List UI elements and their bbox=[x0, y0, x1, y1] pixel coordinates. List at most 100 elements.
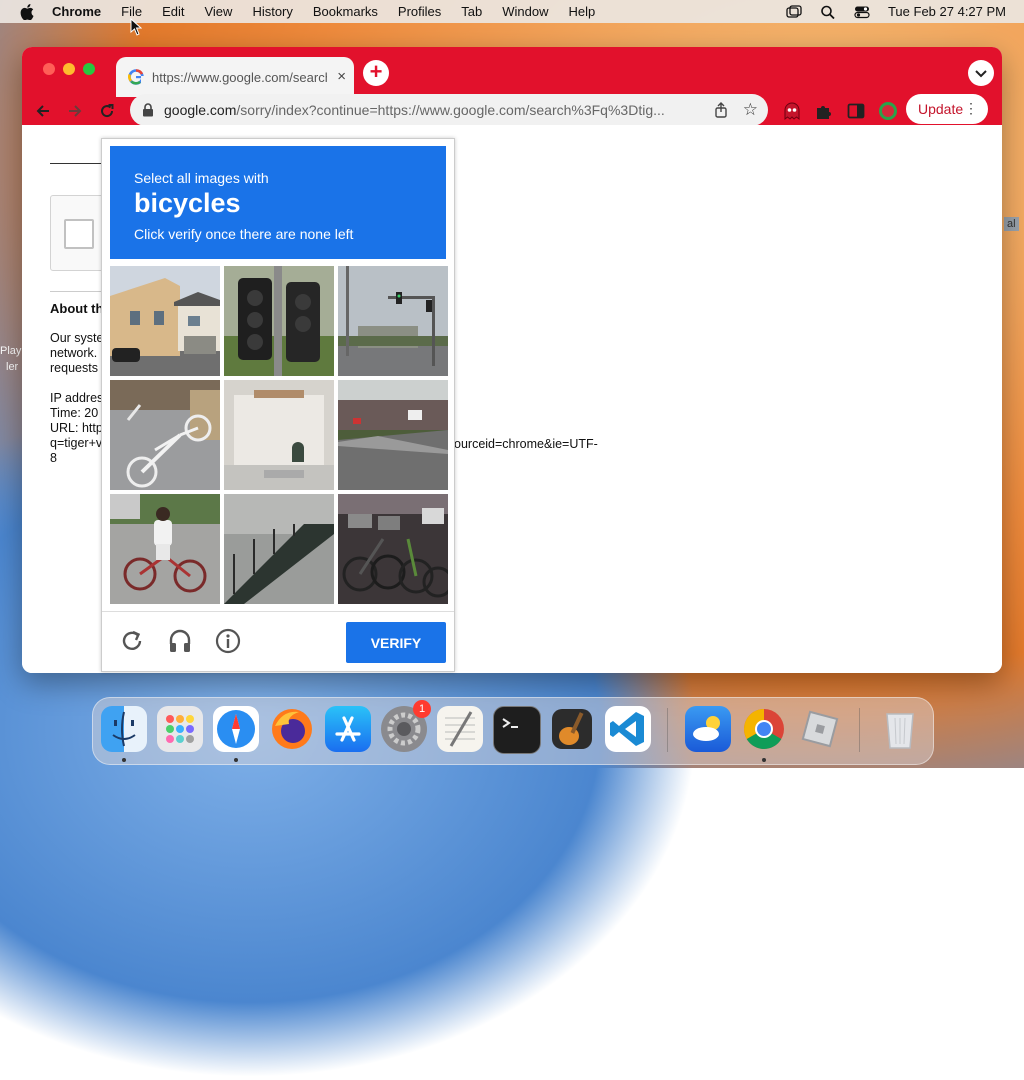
dock-finder-icon[interactable] bbox=[101, 706, 147, 752]
menu-help[interactable]: Help bbox=[569, 4, 596, 19]
recaptcha-challenge: Select all images with bicycles Click ve… bbox=[101, 138, 455, 672]
image-tile-parked-bicycles[interactable] bbox=[338, 494, 448, 604]
page-url-tail: ourceid=chrome&ie=UTF- bbox=[454, 437, 598, 451]
page-text-line: 8 bbox=[50, 451, 57, 465]
more-menu-icon[interactable]: ⋮ bbox=[964, 100, 978, 117]
image-tile-child-on-bicycle[interactable] bbox=[110, 494, 220, 604]
tab-search-button[interactable] bbox=[968, 60, 994, 86]
dock-textedit-icon[interactable] bbox=[437, 706, 483, 752]
intersection-image bbox=[338, 266, 448, 376]
share-icon[interactable] bbox=[714, 102, 728, 118]
arrow-right-icon bbox=[69, 105, 82, 117]
dock-weather-icon[interactable] bbox=[685, 706, 731, 752]
screen-mirroring-icon[interactable] bbox=[786, 4, 802, 19]
reload-button[interactable] bbox=[95, 97, 119, 125]
challenge-subtext: Click verify once there are none left bbox=[134, 226, 354, 242]
dock-launchpad-icon[interactable] bbox=[157, 706, 203, 752]
close-window-button[interactable] bbox=[43, 63, 55, 75]
page-text-line: URL: http bbox=[50, 421, 103, 435]
dock-app-store-icon[interactable] bbox=[325, 706, 371, 752]
menu-bar: Chrome File Edit View History Bookmarks … bbox=[0, 0, 1024, 23]
page-text-line: Time: 20 bbox=[50, 406, 99, 420]
desktop-label-3: al bbox=[1004, 217, 1019, 231]
lock-icon[interactable] bbox=[142, 103, 154, 117]
apple-icon[interactable] bbox=[20, 3, 34, 20]
audio-challenge-headphones-icon[interactable] bbox=[167, 628, 193, 654]
menubar-clock[interactable]: Tue Feb 27 4:27 PM bbox=[888, 4, 1006, 19]
image-tile-stair-railing[interactable] bbox=[224, 494, 334, 604]
verify-button[interactable]: VERIFY bbox=[346, 622, 446, 663]
page-text-line: requests bbox=[50, 361, 98, 375]
minimize-window-button[interactable] bbox=[63, 63, 75, 75]
menu-file[interactable]: File bbox=[121, 4, 142, 19]
challenge-target: bicycles bbox=[134, 188, 241, 218]
tab-google-search[interactable]: https://www.google.com/search?q × bbox=[116, 57, 354, 97]
spotlight-search-icon[interactable] bbox=[820, 5, 836, 19]
reload-challenge-icon[interactable] bbox=[119, 628, 145, 654]
dock-running-indicator bbox=[762, 758, 766, 762]
info-icon[interactable] bbox=[215, 628, 241, 654]
image-tile-bicycle-on-pavement[interactable] bbox=[110, 380, 220, 490]
dock-separator bbox=[667, 708, 668, 752]
dock-vscode-icon[interactable] bbox=[605, 706, 651, 752]
ghost-extension-icon[interactable] bbox=[782, 101, 802, 121]
dock-separator bbox=[859, 708, 860, 752]
recaptcha-checkbox[interactable] bbox=[64, 219, 94, 249]
bicycle-image bbox=[110, 380, 220, 490]
challenge-header: Select all images with bicycles Click ve… bbox=[110, 146, 446, 259]
railing-image bbox=[224, 494, 334, 604]
google-favicon-icon bbox=[128, 69, 144, 85]
image-tile-house-with-car[interactable] bbox=[110, 266, 220, 376]
back-button[interactable] bbox=[31, 97, 55, 125]
menu-edit[interactable]: Edit bbox=[162, 4, 184, 19]
menu-view[interactable]: View bbox=[204, 4, 232, 19]
child-bicycle-image bbox=[110, 494, 220, 604]
control-center-icon[interactable] bbox=[854, 5, 870, 19]
parked-bicycles-image bbox=[338, 494, 448, 604]
address-bar[interactable]: google.com/sorry/index?continue=https://… bbox=[130, 94, 768, 126]
zoom-window-button[interactable] bbox=[83, 63, 95, 75]
dock-safari-icon[interactable] bbox=[213, 706, 259, 752]
dock-chrome-icon[interactable] bbox=[741, 706, 787, 752]
tab-close-icon[interactable]: × bbox=[337, 68, 346, 85]
menu-window[interactable]: Window bbox=[502, 4, 548, 19]
menu-profiles[interactable]: Profiles bbox=[398, 4, 441, 19]
menu-chrome[interactable]: Chrome bbox=[52, 4, 101, 19]
new-tab-button[interactable]: + bbox=[363, 60, 389, 86]
forward-button[interactable] bbox=[63, 97, 87, 125]
dock-trash-icon[interactable] bbox=[877, 706, 923, 752]
dock-firefox-icon[interactable] bbox=[269, 706, 315, 752]
profile-avatar-icon[interactable] bbox=[878, 101, 898, 121]
challenge-image-grid bbox=[110, 266, 448, 604]
tab-strip: https://www.google.com/search?q × + bbox=[22, 47, 1002, 97]
image-tile-traffic-light-closeup[interactable] bbox=[224, 266, 334, 376]
image-tile-street-with-shops[interactable] bbox=[338, 380, 448, 490]
image-tile-traffic-lights-intersection[interactable] bbox=[338, 266, 448, 376]
house-image bbox=[110, 266, 220, 376]
tab-title: https://www.google.com/search?q bbox=[152, 69, 327, 85]
menu-history[interactable]: History bbox=[252, 4, 292, 19]
challenge-instruction: Select all images with bbox=[134, 170, 269, 186]
browser-toolbar: google.com/sorry/index?continue=https://… bbox=[22, 94, 1002, 126]
dock-terminal-icon[interactable] bbox=[493, 706, 541, 754]
page-text-line: Our syste bbox=[50, 331, 104, 345]
mouse-cursor-icon bbox=[130, 18, 142, 36]
page-text-line: network. bbox=[50, 346, 98, 360]
challenge-footer: VERIFY bbox=[102, 611, 454, 672]
url-host: google.com bbox=[164, 102, 237, 118]
bookmark-star-icon[interactable]: ☆ bbox=[743, 100, 758, 120]
dock-garageband-icon[interactable] bbox=[549, 706, 595, 752]
extensions-puzzle-icon[interactable] bbox=[814, 101, 834, 121]
desktop-label-1: Play bbox=[0, 345, 22, 357]
image-tile-white-wall-building[interactable] bbox=[224, 380, 334, 490]
url-path: /sorry/index?continue=https://www.google… bbox=[236, 102, 665, 118]
update-chrome-button[interactable]: Update ⋮ bbox=[906, 94, 988, 124]
menu-tab[interactable]: Tab bbox=[461, 4, 482, 19]
dock-running-indicator bbox=[234, 758, 238, 762]
menu-bookmarks[interactable]: Bookmarks bbox=[313, 4, 378, 19]
reload-icon bbox=[101, 104, 114, 118]
street-image bbox=[338, 380, 448, 490]
page-text-line: q=tiger+v bbox=[50, 436, 103, 450]
dock-roblox-icon[interactable] bbox=[797, 706, 843, 752]
side-panel-icon[interactable] bbox=[846, 101, 866, 121]
